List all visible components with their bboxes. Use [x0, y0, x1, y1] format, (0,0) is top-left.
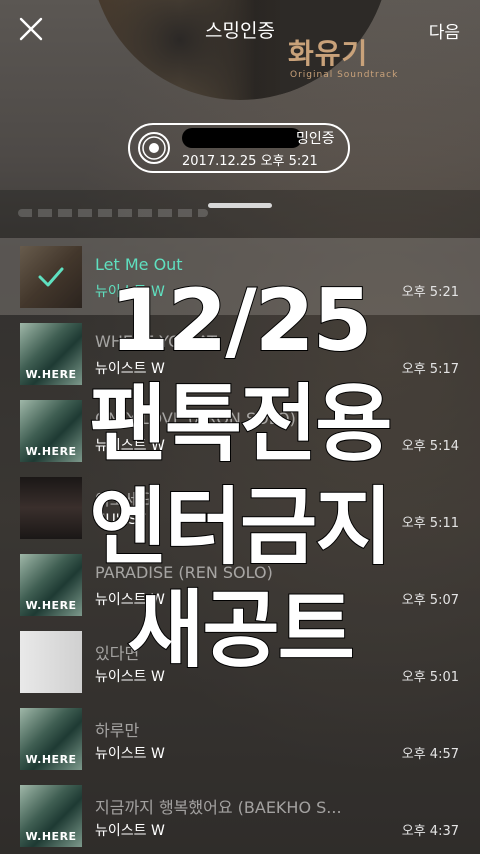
play-time: 오후 4:37: [401, 824, 459, 839]
list-item[interactable]: W.HERE WHERE YOU AT 뉴이스트 W 오후 5:17: [0, 315, 480, 392]
list-item[interactable]: W.HERE ONLY LOVE (ARON SOLO) 뉴이스트 W 오후 5…: [0, 392, 480, 469]
song-title: 지금까지 행복했어요 (BAEKHO S...: [95, 798, 342, 817]
album-thumbnail: W.HERE: [20, 400, 82, 462]
play-time: 오후 5:01: [401, 670, 459, 685]
top-banner: 화유기 Original Soundtrack 스밍인증 다음 밍인증 2017…: [0, 0, 480, 190]
streaming-certificate-badge: 밍인증 2017.12.25 오후 5:21: [128, 123, 350, 173]
song-artist: 뉴이스트 W: [95, 823, 165, 839]
song-title: Let Me Out: [95, 255, 183, 274]
song-artist: 뉴이스트 W: [95, 592, 165, 608]
play-time: 오후 5:17: [401, 362, 459, 377]
certificate-suffix: 밍인증: [296, 130, 335, 147]
faded-caption: [18, 209, 208, 217]
list-item[interactable]: Let Me Out 뉴이스트 W 오후 5:21: [0, 238, 480, 315]
song-title: PARADISE (REN SOLO): [95, 563, 273, 582]
drag-handle[interactable]: [208, 203, 272, 208]
check-icon: [20, 246, 82, 308]
album-thumbnail: [20, 477, 82, 539]
album-thumbnail: W.HERE: [20, 554, 82, 616]
song-title: 있다면: [95, 644, 140, 663]
disc-icon: [136, 130, 172, 166]
song-artist: 뉴이스트 W: [95, 669, 165, 685]
song-artist: 뉴이스트 W: [95, 746, 165, 762]
play-time: 오후 4:57: [401, 747, 459, 762]
album-art-subtitle: Original Soundtrack: [290, 70, 399, 80]
album-thumbnail: W.HERE: [20, 708, 82, 770]
album-thumbnail: W.HERE: [20, 785, 82, 847]
song-list: Let Me Out 뉴이스트 W 오후 5:21 W.HERE WHERE Y…: [0, 238, 480, 854]
song-title: 하루만: [95, 721, 140, 740]
song-title: 여보세요: [95, 490, 154, 509]
list-item[interactable]: W.HERE PARADISE (REN SOLO) 뉴이스트 W 오후 5:0…: [0, 546, 480, 623]
album-thumbnail: W.HERE: [20, 323, 82, 385]
song-artist: 뉴이스트 W: [95, 438, 165, 454]
song-artist: 뉴이스트 W: [95, 284, 165, 300]
song-title: ONLY LOVE (ARON SOLO): [95, 409, 296, 428]
page-title: 스밍인증: [205, 20, 275, 42]
list-item[interactable]: W.HERE 지금까지 행복했어요 (BAEKHO S... 뉴이스트 W 오후…: [0, 777, 480, 854]
play-time: 오후 5:11: [401, 516, 459, 531]
song-title: WHERE YOU AT: [95, 332, 218, 351]
certificate-date: 2017.12.25 오후 5:21: [182, 153, 318, 169]
list-item[interactable]: 있다면 뉴이스트 W 오후 5:01: [0, 623, 480, 700]
list-item[interactable]: 여보세요 NU'EST 오후 5:11: [0, 469, 480, 546]
song-artist: NU'EST: [95, 512, 146, 528]
list-item[interactable]: W.HERE 하루만 뉴이스트 W 오후 4:57: [0, 700, 480, 777]
play-time: 오후 5:07: [401, 593, 459, 608]
play-time: 오후 5:21: [401, 285, 459, 300]
song-artist: 뉴이스트 W: [95, 361, 165, 377]
album-thumbnail: [20, 631, 82, 693]
play-time: 오후 5:14: [401, 439, 459, 454]
next-button[interactable]: 다음: [429, 18, 460, 43]
redacted-name: [182, 127, 302, 148]
